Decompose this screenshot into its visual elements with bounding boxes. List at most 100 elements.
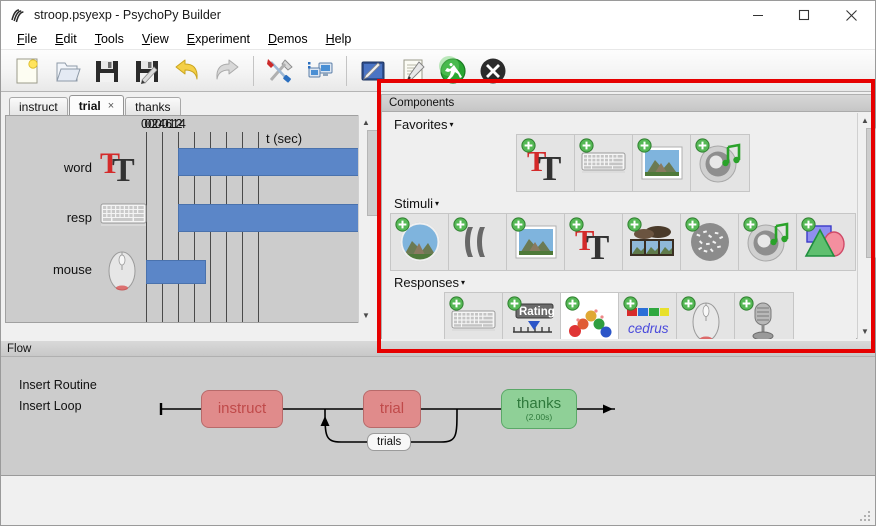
menu-demos[interactable]: Demos — [259, 30, 317, 49]
add-badge-icon — [695, 138, 710, 153]
menu-experiment[interactable]: Experiment — [178, 30, 259, 49]
add-badge-icon — [565, 296, 580, 311]
menu-help[interactable]: Help — [317, 30, 361, 49]
component-label-word[interactable]: word — [36, 160, 92, 175]
svg-text:T: T — [112, 152, 135, 185]
svg-text:cedrus: cedrus — [628, 321, 669, 336]
component-button-grating[interactable] — [449, 214, 507, 270]
component-label-mouse[interactable]: mouse — [26, 262, 92, 277]
component-button-microphone[interactable] — [735, 293, 793, 339]
flow-panel: Flow Insert Routine Insert Loop instruct — [1, 341, 875, 475]
redo-icon[interactable] — [207, 51, 247, 91]
flow-node-instruct[interactable]: instruct — [201, 390, 283, 428]
psychopy-logo-icon — [9, 6, 27, 24]
component-button-sound[interactable] — [739, 214, 797, 270]
tab-label: instruct — [19, 100, 58, 114]
add-badge-icon — [681, 296, 696, 311]
tab-instruct[interactable]: instruct — [9, 97, 68, 116]
toolbar — [1, 50, 875, 92]
undo-icon[interactable] — [167, 51, 207, 91]
add-badge-icon — [511, 217, 526, 232]
section-header-favorites[interactable]: Favorites ▾ — [394, 117, 856, 132]
keyboard-component-icon[interactable] — [100, 200, 148, 235]
flow-node-thanks[interactable]: thanks (2.00s) — [501, 389, 577, 429]
component-button-image[interactable] — [633, 135, 691, 191]
title-bar: stroop.psyexp - PsychoPy Builder — [1, 1, 875, 29]
chevron-down-icon[interactable]: ▾ — [461, 278, 465, 287]
flow-connector-graphics — [1, 358, 875, 475]
menu-edit[interactable]: Edit — [46, 30, 86, 49]
component-button-keyboard[interactable] — [445, 293, 503, 339]
component-button-sound[interactable] — [691, 135, 749, 191]
components-panel-header: Components — [382, 95, 872, 112]
add-badge-icon — [579, 138, 594, 153]
components-vertical-scrollbar[interactable]: ▲ ▼ — [857, 113, 872, 339]
scroll-down-icon[interactable]: ▼ — [359, 308, 374, 323]
maximize-button[interactable] — [781, 1, 827, 29]
component-button-text[interactable]: T T — [517, 135, 575, 191]
save-icon[interactable] — [87, 51, 127, 91]
scroll-up-icon[interactable]: ▲ — [858, 113, 873, 128]
compile-script-icon[interactable] — [353, 51, 393, 91]
scroll-up-icon[interactable]: ▲ — [359, 115, 374, 130]
menu-file[interactable]: File — [8, 30, 46, 49]
component-button-mouse[interactable] — [677, 293, 735, 339]
run-icon[interactable] — [433, 51, 473, 91]
timeline-axis-label: t (sec) — [266, 131, 302, 146]
open-file-icon[interactable] — [47, 51, 87, 91]
section-header-stimuli[interactable]: Stimuli ▾ — [394, 196, 856, 211]
scroll-down-icon[interactable]: ▼ — [858, 324, 873, 339]
flow-canvas[interactable]: Insert Routine Insert Loop instruct tria… — [1, 358, 875, 475]
stimuli-component-row: T T — [390, 213, 856, 271]
stop-icon[interactable] — [473, 51, 513, 91]
component-button-movie[interactable] — [623, 214, 681, 270]
section-title-label: Responses — [394, 275, 459, 290]
responses-component-row: Rating — [444, 292, 794, 339]
timeline-bar-resp[interactable] — [178, 204, 373, 232]
component-button-aperture[interactable] — [391, 214, 449, 270]
component-button-rating-scale[interactable]: Rating — [503, 293, 561, 339]
toolbar-separator — [253, 56, 254, 86]
section-header-responses[interactable]: Responses ▾ — [394, 275, 856, 290]
scroll-thumb[interactable] — [367, 130, 380, 216]
minimize-button[interactable] — [735, 1, 781, 29]
component-label-resp[interactable]: resp — [36, 210, 92, 225]
close-button[interactable] — [827, 1, 875, 29]
component-button-text[interactable]: T T — [565, 214, 623, 270]
edit-script-icon[interactable] — [393, 51, 433, 91]
component-button-image[interactable] — [507, 214, 565, 270]
flow-node-trial[interactable]: trial — [363, 390, 421, 428]
add-badge-icon — [743, 217, 758, 232]
component-button-cedrus-buttonbox[interactable]: cedrus — [619, 293, 677, 339]
chevron-down-icon[interactable]: ▾ — [449, 120, 453, 129]
resize-grip-icon[interactable] — [860, 511, 872, 523]
menu-tools[interactable]: Tools — [86, 30, 133, 49]
components-scroll-area: Favorites ▾ T T — [382, 113, 856, 339]
routine-pane: instruct trial × thanks — [1, 92, 377, 341]
tab-thanks[interactable]: thanks — [125, 97, 180, 116]
component-button-keyboard[interactable] — [575, 135, 633, 191]
routine-vertical-scrollbar[interactable]: ▲ ▼ — [358, 115, 373, 323]
component-button-eyetracker[interactable] — [561, 293, 619, 339]
menu-view[interactable]: View — [133, 30, 178, 49]
timeline-bar-word[interactable] — [178, 148, 373, 176]
flow-panel-header: Flow — [1, 341, 875, 357]
keyboard-component-icon — [581, 149, 627, 177]
scroll-thumb[interactable] — [866, 128, 876, 258]
favorites-component-row: T T — [516, 134, 750, 192]
tab-close-icon[interactable]: × — [108, 100, 114, 112]
mouse-component-icon[interactable] — [102, 246, 142, 297]
settings-tools-icon[interactable] — [260, 51, 300, 91]
new-file-icon[interactable] — [7, 51, 47, 91]
timeline-bar-mouse[interactable] — [146, 260, 206, 284]
add-badge-icon — [739, 296, 754, 311]
save-as-icon[interactable] — [127, 51, 167, 91]
tab-trial[interactable]: trial × — [69, 95, 124, 116]
monitor-center-icon[interactable] — [300, 51, 340, 91]
component-button-dots[interactable] — [681, 214, 739, 270]
chevron-down-icon[interactable]: ▾ — [435, 199, 439, 208]
text-component-icon[interactable]: T T — [98, 143, 140, 190]
component-button-polygon[interactable] — [797, 214, 855, 270]
routine-canvas[interactable]: 000204061 1 24 t (sec) word T T resp — [5, 115, 373, 323]
flow-loop-label-trials[interactable]: trials — [367, 433, 411, 451]
